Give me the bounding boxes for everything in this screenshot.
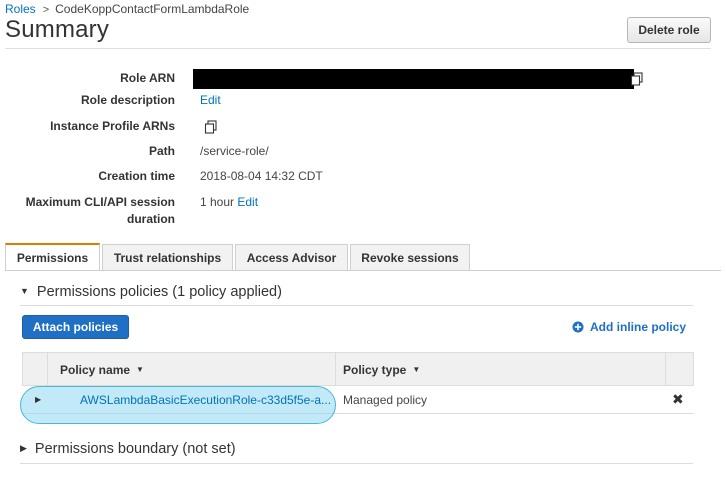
breadcrumb: Roles > CodeKoppContactFormLambdaRole (5, 2, 249, 16)
policy-type-header-label: Policy type (343, 362, 407, 377)
caret-down-icon: ▼ (20, 286, 29, 296)
tabs-divider (5, 270, 721, 271)
role-arn-label: Role ARN (120, 71, 175, 85)
section-divider (20, 305, 693, 306)
delete-role-button[interactable]: Delete role (627, 17, 711, 43)
max-session-value: 1 hour Edit (200, 194, 258, 211)
sort-caret-icon: ▼ (412, 365, 421, 374)
tab-access-advisor[interactable]: Access Advisor (235, 244, 348, 270)
table-header: Policy name ▼ Policy type ▼ (22, 352, 694, 386)
caret-right-icon: ▶ (20, 443, 27, 453)
expand-row-icon[interactable]: ▶ (35, 395, 41, 404)
breadcrumb-current: CodeKoppContactFormLambdaRole (55, 2, 250, 16)
column-divider (665, 353, 666, 386)
copy-icon[interactable] (204, 120, 218, 137)
permissions-policies-toggle[interactable]: ▼ Permissions policies (1 policy applied) (20, 284, 282, 300)
add-inline-policy-label: Add inline policy (590, 320, 687, 334)
role-description-value: Edit (200, 92, 221, 109)
policy-type-column-header[interactable]: Policy type ▼ (343, 353, 420, 386)
max-session-duration: 1 hour (200, 195, 235, 209)
permissions-boundary-toggle[interactable]: ▶ Permissions boundary (not set) (20, 441, 236, 457)
role-arn-value-redacted (193, 69, 634, 89)
max-session-label-line2: duration (127, 212, 175, 226)
sort-caret-icon: ▼ (136, 365, 144, 374)
tab-permissions[interactable]: Permissions (5, 243, 100, 271)
edit-session-link[interactable]: Edit (237, 195, 258, 209)
copy-icon[interactable] (630, 72, 644, 89)
policy-type-value: Managed policy (343, 393, 428, 407)
max-session-label-line1: Maximum CLI/API session (25, 195, 175, 209)
attach-policies-button[interactable]: Attach policies (22, 315, 129, 339)
policy-name-link[interactable]: AWSLambdaBasicExecutionRole-c33d5f5e-a..… (80, 393, 331, 407)
column-divider (47, 353, 48, 386)
section-divider (20, 463, 693, 464)
page-title: Summary (5, 16, 110, 43)
creation-time-label: Creation time (98, 169, 175, 183)
close-icon[interactable]: ✖ (672, 391, 684, 408)
tab-trust-relationships[interactable]: Trust relationships (102, 244, 233, 270)
instance-profile-label: Instance Profile ARNs (50, 119, 175, 133)
plus-circle-icon (572, 321, 584, 333)
edit-description-link[interactable]: Edit (200, 93, 221, 107)
title-divider (5, 48, 711, 49)
breadcrumb-separator: > (42, 4, 50, 16)
policy-name-header-label: Policy name (60, 362, 131, 377)
table-row: ▶ AWSLambdaBasicExecutionRole-c33d5f5e-a… (20, 386, 694, 424)
breadcrumb-roles-link[interactable]: Roles (5, 2, 36, 16)
tab-revoke-sessions[interactable]: Revoke sessions (350, 244, 470, 270)
permissions-policies-heading: Permissions policies (1 policy applied) (36, 284, 282, 300)
policy-name-column-header[interactable]: Policy name ▼ (60, 353, 144, 386)
column-divider (335, 353, 336, 386)
permissions-boundary-heading: Permissions boundary (not set) (34, 441, 236, 457)
path-value: /service-role/ (200, 144, 269, 158)
add-inline-policy-link[interactable]: Add inline policy (572, 320, 686, 334)
role-description-label: Role description (80, 93, 175, 107)
creation-time-value: 2018-08-04 14:32 CDT (200, 169, 323, 183)
path-label: Path (148, 144, 175, 158)
max-session-label: Maximum CLI/API session duration (26, 194, 175, 228)
